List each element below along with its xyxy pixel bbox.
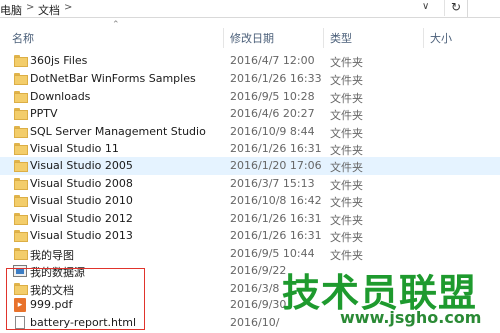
column-divider[interactable] [323,28,324,48]
folder-icon [14,108,28,120]
highlight-box [6,268,145,330]
file-type: 文件夹 [330,196,363,209]
folder-icon [14,55,28,67]
file-row[interactable]: DotNetBar WinForms Samples 2016/1/26 16:… [0,70,500,88]
file-name: Visual Studio 11 [30,142,119,155]
file-row[interactable]: Visual Studio 2013 2016/1/26 16:31 文件夹 [0,227,500,245]
file-name: PPTV [30,107,58,120]
breadcrumb-computer[interactable]: 电脑 [0,2,22,18]
folder-icon [14,91,28,103]
file-type: 文件夹 [330,179,363,192]
folder-icon [14,195,28,207]
file-type: 文件夹 [330,74,363,87]
address-bar[interactable]: 电脑 > 文档 > ∨ ↻ [0,0,500,18]
folder-icon [14,73,28,85]
file-type: 文件夹 [330,144,363,157]
breadcrumb-separator-icon[interactable]: > [64,2,72,13]
file-date: 2016/4/7 12:00 [230,54,315,67]
file-date: 2016/1/26 16:31 [230,142,322,155]
file-name: Visual Studio 2005 [30,159,133,172]
file-name: Visual Studio 2008 [30,177,133,190]
file-date: 2016/1/20 17:06 [230,159,322,172]
address-history-dropdown-icon[interactable]: ∨ [422,1,429,12]
column-header-size[interactable]: 大小 [430,30,452,46]
folder-icon [14,126,28,138]
search-input[interactable] [467,0,500,17]
column-divider[interactable] [223,28,224,48]
watermark: 技术员联盟 www.jsgho.com [272,262,500,333]
file-type: 文件夹 [330,161,363,174]
file-name: DotNetBar WinForms Samples [30,72,196,85]
breadcrumb-documents[interactable]: 文档 [38,2,60,18]
refresh-icon[interactable]: ↻ [444,0,467,16]
watermark-url: www.jsgho.com [340,308,482,327]
file-type: 文件夹 [330,231,363,244]
folder-icon [14,160,28,172]
file-row[interactable]: Visual Studio 2010 2016/10/8 16:42 文件夹 [0,192,500,210]
file-date: 2016/3/7 15:13 [230,177,315,190]
file-row[interactable]: 360js Files 2016/4/7 12:00 文件夹 [0,52,500,70]
column-divider[interactable] [423,28,424,48]
file-type: 文件夹 [330,109,363,122]
file-row[interactable]: 我的导图 2016/9/5 10:44 文件夹 [0,245,500,263]
folder-icon [14,178,28,190]
file-name: 我的导图 [30,249,74,262]
file-date: 2016/10/8 16:42 [230,194,322,207]
file-name: SQL Server Management Studio [30,125,206,138]
file-date: 2016/10/9 8:44 [230,125,315,138]
file-row[interactable]: Visual Studio 2008 2016/3/7 15:13 文件夹 [0,175,500,193]
file-type: 文件夹 [330,56,363,69]
file-name: Downloads [30,90,91,103]
file-row[interactable]: PPTV 2016/4/6 20:27 文件夹 [0,105,500,123]
folder-icon [14,143,28,155]
folder-icon [14,230,28,242]
breadcrumb-separator-icon[interactable]: > [26,2,34,13]
file-name: Visual Studio 2013 [30,229,133,242]
column-header-name[interactable]: 名称 [12,30,34,46]
folder-icon [14,213,28,225]
file-date: 2016/9/5 10:44 [230,247,315,260]
file-row-selected[interactable]: Visual Studio 2005 2016/1/20 17:06 文件夹 [0,157,500,175]
folder-icon [14,248,28,260]
file-name: 360js Files [30,54,88,67]
sort-ascending-icon: ⌃ [112,20,120,30]
file-name: Visual Studio 2010 [30,194,133,207]
file-row[interactable]: SQL Server Management Studio 2016/10/9 8… [0,123,500,141]
file-date: 2016/1/26 16:31 [230,229,322,242]
file-type: 文件夹 [330,127,363,140]
file-name: Visual Studio 2012 [30,212,133,225]
file-date: 2016/1/26 16:31 [230,212,322,225]
column-header-type[interactable]: 类型 [330,30,352,46]
column-header-date[interactable]: 修改日期 [230,30,274,46]
file-type: 文件夹 [330,214,363,227]
file-date: 2016/1/26 16:33 [230,72,322,85]
file-date: 2016/9/5 10:28 [230,90,315,103]
file-row[interactable]: Visual Studio 2012 2016/1/26 16:31 文件夹 [0,210,500,228]
file-row[interactable]: Visual Studio 11 2016/1/26 16:31 文件夹 [0,140,500,158]
file-type: 文件夹 [330,92,363,105]
file-type: 文件夹 [330,249,363,262]
file-date: 2016/4/6 20:27 [230,107,315,120]
file-row[interactable]: Downloads 2016/9/5 10:28 文件夹 [0,88,500,106]
